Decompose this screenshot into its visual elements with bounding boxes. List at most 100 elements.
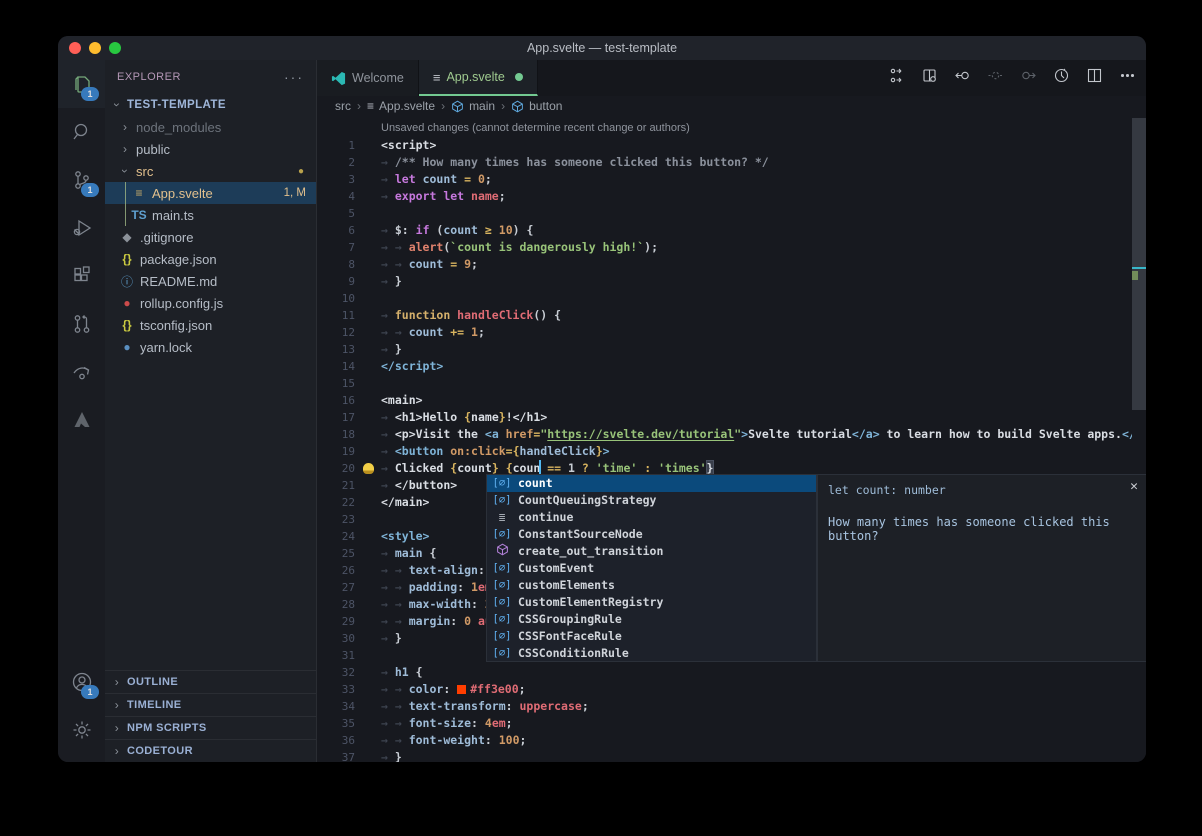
minimize-window-button[interactable] bbox=[89, 42, 101, 54]
code-line[interactable]: 16<main> bbox=[317, 392, 1146, 409]
code-line[interactable]: 3→ let count = 0; bbox=[317, 171, 1146, 188]
gitlens-compare-icon[interactable] bbox=[888, 67, 905, 89]
line-number[interactable]: 37 bbox=[317, 749, 355, 762]
line-number[interactable]: 11 bbox=[317, 307, 355, 324]
line-number[interactable]: 15 bbox=[317, 375, 355, 392]
line-number[interactable]: 3 bbox=[317, 171, 355, 188]
code-line[interactable]: 7→ → alert(`count is dangerously high!`)… bbox=[317, 239, 1146, 256]
suggest-item-cssconditionrule[interactable]: [∅]CSSConditionRule bbox=[487, 645, 816, 662]
codelens-blame[interactable]: Unsaved changes (cannot determine recent… bbox=[317, 120, 1146, 137]
line-number[interactable]: 14 bbox=[317, 358, 355, 375]
line-number[interactable]: 4 bbox=[317, 188, 355, 205]
line-number[interactable]: 9 bbox=[317, 273, 355, 290]
code-line[interactable]: 12→ → count += 1; bbox=[317, 324, 1146, 341]
line-number[interactable]: 24 bbox=[317, 528, 355, 545]
code-line[interactable]: 36→ → font-weight: 100; bbox=[317, 732, 1146, 749]
code-line[interactable]: 37→ } bbox=[317, 749, 1146, 762]
tree-item-src[interactable]: ›src● bbox=[105, 160, 316, 182]
breadcrumb-src[interactable]: src bbox=[335, 99, 351, 113]
line-number[interactable]: 30 bbox=[317, 630, 355, 647]
tree-item-public[interactable]: ›public bbox=[105, 138, 316, 160]
line-number[interactable]: 18 bbox=[317, 426, 355, 443]
line-number[interactable]: 20 bbox=[317, 460, 355, 477]
suggest-item-countqueuingstrategy[interactable]: [∅]CountQueuingStrategy bbox=[487, 492, 816, 509]
line-number[interactable]: 28 bbox=[317, 596, 355, 613]
lightbulb-icon[interactable] bbox=[363, 463, 374, 474]
line-number[interactable]: 36 bbox=[317, 732, 355, 749]
code-line[interactable]: 2→ /** How many times has someone clicke… bbox=[317, 154, 1146, 171]
code-editor[interactable]: Unsaved changes (cannot determine recent… bbox=[317, 116, 1146, 762]
tree-item-readme-md[interactable]: ⓘREADME.md bbox=[105, 270, 316, 292]
line-number[interactable]: 1 bbox=[317, 137, 355, 154]
line-number[interactable]: 23 bbox=[317, 511, 355, 528]
explorer-icon[interactable]: 1 bbox=[58, 60, 105, 108]
suggest-item-cssgroupingrule[interactable]: [∅]CSSGroupingRule bbox=[487, 611, 816, 628]
project-root-row[interactable]: › TEST-TEMPLATE bbox=[105, 94, 316, 116]
tree-item-package-json[interactable]: {}package.json bbox=[105, 248, 316, 270]
code-line[interactable]: 9→ } bbox=[317, 273, 1146, 290]
line-number[interactable]: 13 bbox=[317, 341, 355, 358]
live-share-icon[interactable] bbox=[58, 348, 105, 396]
code-line[interactable]: 13→ } bbox=[317, 341, 1146, 358]
more-actions-icon[interactable] bbox=[1119, 67, 1136, 89]
tab-welcome[interactable]: Welcome bbox=[317, 60, 419, 96]
line-number[interactable]: 2 bbox=[317, 154, 355, 171]
section-outline[interactable]: ›OUTLINE bbox=[105, 670, 316, 693]
line-number[interactable]: 35 bbox=[317, 715, 355, 732]
line-number[interactable]: 16 bbox=[317, 392, 355, 409]
accounts-icon[interactable]: 1 bbox=[58, 658, 105, 706]
previous-change-icon[interactable] bbox=[954, 67, 971, 89]
next-change-icon[interactable] bbox=[1020, 67, 1037, 89]
breadcrumb-app-svelte[interactable]: ≡App.svelte bbox=[367, 99, 435, 113]
line-number[interactable]: 25 bbox=[317, 545, 355, 562]
open-changes-icon[interactable] bbox=[921, 67, 938, 89]
line-number[interactable]: 12 bbox=[317, 324, 355, 341]
tree-item--gitignore[interactable]: ◆.gitignore bbox=[105, 226, 316, 248]
settings-gear-icon[interactable] bbox=[58, 706, 105, 754]
code-line[interactable]: 1<script> bbox=[317, 137, 1146, 154]
code-line[interactable]: 10 bbox=[317, 290, 1146, 307]
explorer-more-actions-icon[interactable]: ··· bbox=[284, 69, 304, 85]
github-pull-requests-icon[interactable] bbox=[58, 300, 105, 348]
code-line[interactable]: 33→ → color: #ff3e00; bbox=[317, 681, 1146, 698]
code-line[interactable]: 11→ function handleClick() { bbox=[317, 307, 1146, 324]
line-number[interactable]: 34 bbox=[317, 698, 355, 715]
source-control-icon[interactable]: 1 bbox=[58, 156, 105, 204]
editor-scrollbar[interactable] bbox=[1132, 116, 1146, 762]
tree-item-rollup-config-js[interactable]: ●rollup.config.js bbox=[105, 292, 316, 314]
suggest-item-create_out_transition[interactable]: create_out_transition bbox=[487, 543, 816, 560]
line-number[interactable]: 29 bbox=[317, 613, 355, 630]
tree-item-tsconfig-json[interactable]: {}tsconfig.json bbox=[105, 314, 316, 336]
code-line[interactable]: 19→ <button on:click={handleClick}> bbox=[317, 443, 1146, 460]
tree-item-main-ts[interactable]: TSmain.ts bbox=[105, 204, 316, 226]
suggest-item-customevent[interactable]: [∅]CustomEvent bbox=[487, 560, 816, 577]
line-number[interactable]: 7 bbox=[317, 239, 355, 256]
circle-dashed-icon[interactable] bbox=[987, 67, 1004, 89]
line-number[interactable]: 19 bbox=[317, 443, 355, 460]
code-line[interactable]: 15 bbox=[317, 375, 1146, 392]
tree-item-yarn-lock[interactable]: ●yarn.lock bbox=[105, 336, 316, 358]
line-number[interactable]: 33 bbox=[317, 681, 355, 698]
line-number[interactable]: 26 bbox=[317, 562, 355, 579]
line-number[interactable]: 27 bbox=[317, 579, 355, 596]
code-line[interactable]: 4→ export let name; bbox=[317, 188, 1146, 205]
code-line[interactable]: 14</script> bbox=[317, 358, 1146, 375]
suggest-item-customelements[interactable]: [∅]customElements bbox=[487, 577, 816, 594]
code-line[interactable]: 18→ <p>Visit the <a href="https://svelte… bbox=[317, 426, 1146, 443]
code-line[interactable]: 34→ → text-transform: uppercase; bbox=[317, 698, 1146, 715]
line-number[interactable]: 8 bbox=[317, 256, 355, 273]
code-line[interactable]: 5 bbox=[317, 205, 1146, 222]
section-timeline[interactable]: ›TIMELINE bbox=[105, 693, 316, 716]
close-window-button[interactable] bbox=[69, 42, 81, 54]
code-line[interactable]: 35→ → font-size: 4em; bbox=[317, 715, 1146, 732]
file-history-icon[interactable] bbox=[1053, 67, 1070, 89]
suggest-item-cssfontfacerule[interactable]: [∅]CSSFontFaceRule bbox=[487, 628, 816, 645]
line-number[interactable]: 22 bbox=[317, 494, 355, 511]
code-line[interactable]: 32→ h1 { bbox=[317, 664, 1146, 681]
tree-item-node-modules[interactable]: ›node_modules bbox=[105, 116, 316, 138]
line-number[interactable]: 17 bbox=[317, 409, 355, 426]
line-number[interactable]: 32 bbox=[317, 664, 355, 681]
run-and-debug-icon[interactable] bbox=[58, 204, 105, 252]
tree-item-app-svelte[interactable]: ≡App.svelte1, M bbox=[105, 182, 316, 204]
line-number[interactable]: 31 bbox=[317, 647, 355, 664]
